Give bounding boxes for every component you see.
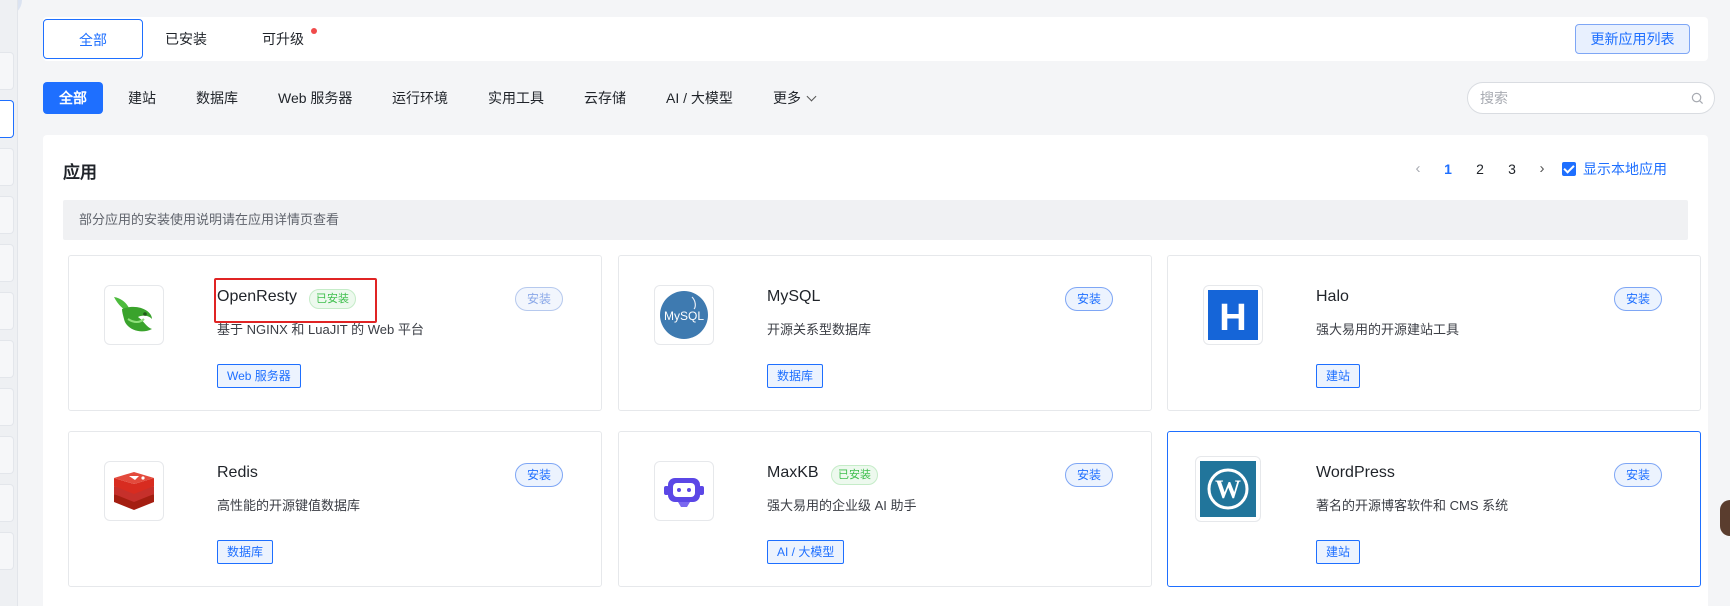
- category-cloud-storage[interactable]: 云存储: [584, 82, 626, 114]
- chevron-down-icon: [806, 91, 817, 102]
- halo-logo-icon: H: [1208, 290, 1258, 340]
- page-2[interactable]: 2: [1470, 157, 1490, 181]
- app-description: 强大易用的开源建站工具: [1316, 322, 1460, 337]
- mysql-logo-icon: MySQL: [660, 291, 708, 339]
- app-category-tag[interactable]: 建站: [1316, 540, 1361, 564]
- app-logo: [104, 461, 164, 521]
- prev-page-button[interactable]: ‹: [1408, 157, 1428, 181]
- sidebar-item[interactable]: [0, 388, 14, 426]
- sidebar-item[interactable]: [0, 532, 14, 570]
- install-button[interactable]: 安装: [1065, 287, 1113, 311]
- app-category-tag[interactable]: AI / 大模型: [767, 540, 845, 564]
- app-name: Redis: [217, 464, 258, 481]
- app-category-tag[interactable]: 建站: [1316, 364, 1361, 388]
- category-all[interactable]: 全部: [43, 82, 103, 114]
- app-description: 基于 NGINX 和 LuaJIT 的 Web 平台: [217, 322, 424, 337]
- app-name: OpenResty: [217, 288, 298, 305]
- openresty-logo-icon: [114, 297, 152, 332]
- app-logo: [104, 285, 164, 345]
- sidebar-item[interactable]: [0, 148, 14, 186]
- page-3[interactable]: 3: [1502, 157, 1522, 181]
- redis-logo-icon: [114, 472, 154, 510]
- tab-upgradable-label: 可升级: [262, 31, 304, 47]
- sidebar-collapsed: [0, 0, 18, 606]
- app-card-halo[interactable]: H Halo 强大易用的开源建站工具 建站 安装: [1167, 255, 1701, 411]
- wordpress-logo-icon: W: [1200, 461, 1256, 517]
- category-more-dropdown[interactable]: 更多: [773, 82, 817, 114]
- upgrade-badge-dot: [311, 28, 317, 34]
- sidebar-item[interactable]: [0, 436, 14, 474]
- sidebar-item-active[interactable]: [0, 100, 14, 138]
- category-website[interactable]: 建站: [128, 82, 156, 114]
- app-card-mysql[interactable]: MySQL MySQL 开源关系型数据库 数据库 安装: [618, 255, 1152, 411]
- refresh-app-list-button[interactable]: 更新应用列表: [1575, 24, 1690, 54]
- pagination: ‹ 1 2 3 › 显示本地应用: [1408, 157, 1708, 181]
- install-notice: 部分应用的安装使用说明请在应用详情页查看: [63, 200, 1688, 240]
- install-button[interactable]: 安装: [1065, 463, 1113, 487]
- install-button[interactable]: 安装: [515, 287, 563, 311]
- app-description: 高性能的开源键值数据库: [217, 498, 361, 513]
- app-logo: MySQL: [654, 285, 714, 345]
- tab-installed[interactable]: 已安装: [156, 19, 216, 59]
- app-name: WordPress: [1316, 464, 1395, 481]
- sidebar-item[interactable]: [0, 52, 14, 90]
- maxkb-logo-icon: [664, 478, 704, 507]
- category-web-server[interactable]: Web 服务器: [278, 82, 352, 114]
- search-input[interactable]: [1480, 88, 1680, 108]
- sidebar-item[interactable]: [0, 244, 14, 282]
- show-local-label[interactable]: 显示本地应用: [1583, 157, 1667, 181]
- app-category-tag[interactable]: 数据库: [767, 364, 824, 388]
- search-icon[interactable]: [1691, 92, 1704, 105]
- sidebar-item[interactable]: [0, 340, 14, 378]
- installed-badge: 已安装: [309, 289, 356, 309]
- app-name: Halo: [1316, 288, 1349, 305]
- app-logo: [654, 461, 714, 521]
- category-ai-llm[interactable]: AI / 大模型: [666, 82, 733, 114]
- app-category-tag[interactable]: Web 服务器: [217, 364, 301, 388]
- app-card-maxkb[interactable]: MaxKB 已安装 强大易用的企业级 AI 助手 AI / 大模型 安装: [618, 431, 1152, 587]
- app-logo: H: [1203, 285, 1263, 345]
- search-box: [1467, 82, 1715, 114]
- show-local-checkbox[interactable]: [1562, 162, 1576, 176]
- installed-badge: 已安装: [831, 465, 878, 485]
- avatar[interactable]: [1720, 500, 1730, 536]
- app-category-tag[interactable]: 数据库: [217, 540, 274, 564]
- category-more-label: 更多: [773, 90, 801, 106]
- app-card-openresty[interactable]: OpenResty 已安装 基于 NGINX 和 LuaJIT 的 Web 平台…: [68, 255, 602, 411]
- category-database[interactable]: 数据库: [196, 82, 238, 114]
- tab-upgradable[interactable]: 可升级: [253, 19, 313, 59]
- panel-title: 应用: [63, 163, 97, 182]
- sidebar-item[interactable]: [0, 484, 14, 522]
- category-utilities[interactable]: 实用工具: [488, 82, 544, 114]
- install-button[interactable]: 安装: [515, 463, 563, 487]
- app-logo: W: [1195, 456, 1261, 522]
- category-runtime[interactable]: 运行环境: [392, 82, 448, 114]
- app-description: 开源关系型数据库: [767, 322, 872, 337]
- tab-all[interactable]: 全部: [43, 19, 143, 59]
- apps-panel: 应用 ‹ 1 2 3 › 显示本地应用 部分应用的安装使用说明请在应用详情页查看…: [43, 135, 1708, 606]
- svg-text:W: W: [1215, 475, 1241, 504]
- sidebar-item[interactable]: [0, 292, 14, 330]
- app-card-redis[interactable]: Redis 高性能的开源键值数据库 数据库 安装: [68, 431, 602, 587]
- app-status-tabs: 全部 已安装 可升级 更新应用列表: [43, 17, 1708, 61]
- page-1[interactable]: 1: [1438, 157, 1458, 181]
- app-description: 著名的开源博客软件和 CMS 系统: [1316, 498, 1509, 513]
- app-name: MaxKB: [767, 464, 819, 481]
- next-page-button[interactable]: ›: [1532, 157, 1552, 181]
- app-name: MySQL: [767, 288, 821, 305]
- app-card-wordpress[interactable]: W WordPress 著名的开源博客软件和 CMS 系统 建站 安装: [1167, 431, 1701, 587]
- app-description: 强大易用的企业级 AI 助手: [767, 498, 917, 513]
- install-button[interactable]: 安装: [1614, 287, 1662, 311]
- sidebar-item[interactable]: [0, 196, 14, 234]
- install-button[interactable]: 安装: [1614, 463, 1662, 487]
- svg-text:MySQL: MySQL: [664, 309, 704, 323]
- svg-text:H: H: [1219, 297, 1246, 339]
